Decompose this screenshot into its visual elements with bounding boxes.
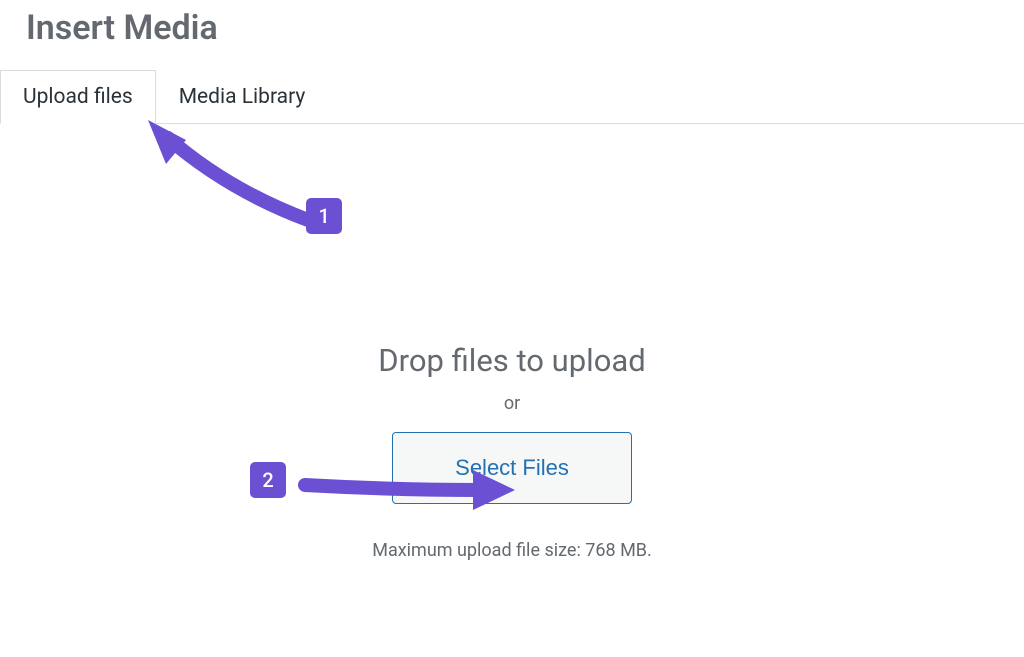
- select-files-button[interactable]: Select Files: [392, 432, 632, 504]
- upload-area: Drop files to upload or Select Files Max…: [0, 124, 1024, 561]
- page-title: Insert Media: [0, 0, 1024, 48]
- or-label: or: [0, 393, 1024, 414]
- drop-files-label: Drop files to upload: [0, 342, 1024, 379]
- max-upload-size-label: Maximum upload file size: 768 MB.: [0, 540, 1024, 561]
- tab-media-library[interactable]: Media Library: [156, 70, 329, 123]
- tabs-container: Upload files Media Library: [0, 70, 1024, 124]
- tab-upload-files[interactable]: Upload files: [0, 70, 156, 124]
